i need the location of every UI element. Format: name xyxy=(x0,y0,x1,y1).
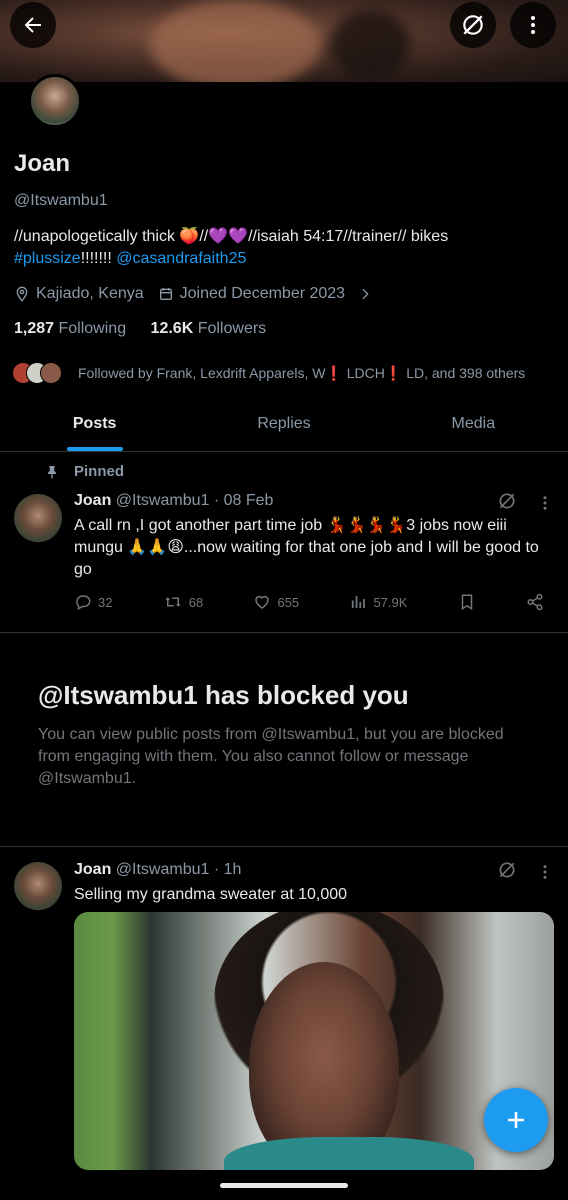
like-count: 655 xyxy=(277,594,300,610)
following-count: 1,287 xyxy=(14,320,55,337)
more-vertical-icon xyxy=(531,16,535,34)
profile-location: Kajiado, Kenya xyxy=(36,285,144,302)
post-grok-icon[interactable] xyxy=(497,491,517,516)
followers-link[interactable]: 12.6K Followers xyxy=(151,320,267,337)
profile-handle: @Itswambu1 xyxy=(14,192,108,209)
followers-label: Followers xyxy=(197,320,267,337)
profile-meta: Kajiado, Kenya Joined December 2023 xyxy=(14,285,373,303)
post-actions: 32 68 655 57.9K xyxy=(74,593,544,611)
views-icon xyxy=(352,596,366,608)
tab-posts[interactable]: Posts xyxy=(0,400,189,451)
profile-tabs: Posts Replies Media xyxy=(0,400,568,452)
followed-by-text: Followed by Frank, Lexdrift Apparels, W❗… xyxy=(78,364,526,381)
like-button[interactable]: 655 xyxy=(253,593,299,611)
post-meta: @Itswambu1 · 08 Feb xyxy=(115,492,274,509)
bio-hashtag-link[interactable]: #plussize xyxy=(14,250,81,267)
back-button[interactable] xyxy=(10,2,56,48)
divider xyxy=(0,846,568,847)
bio-text: //unapologetically thick 🍑//💜💜//isaiah 5… xyxy=(14,228,449,245)
repost-count: 68 xyxy=(188,594,204,610)
profile-bio: //unapologetically thick 🍑//💜💜//isaiah 5… xyxy=(14,226,554,270)
reply-button[interactable]: 32 xyxy=(74,593,112,611)
post-avatar[interactable] xyxy=(14,862,62,910)
follower-avatar xyxy=(40,362,62,384)
views-button[interactable]: 57.9K xyxy=(349,593,407,611)
post-header: Joan @Itswambu1 · 08 Feb xyxy=(74,492,273,510)
followed-by-row[interactable]: Followed by Frank, Lexdrift Apparels, W❗… xyxy=(12,362,525,384)
followers-count: 12.6K xyxy=(150,320,194,337)
profile-name: Joan xyxy=(14,150,71,177)
post-header: Joan @Itswambu1 · 1h xyxy=(74,861,241,879)
post-author[interactable]: Joan xyxy=(74,492,111,509)
profile-counts: 1,287 Following 12.6K Followers xyxy=(14,320,266,338)
post-avatar[interactable] xyxy=(14,494,62,542)
home-indicator[interactable] xyxy=(220,1183,348,1188)
post-grok-icon[interactable] xyxy=(497,860,517,885)
tab-media[interactable]: Media xyxy=(379,400,568,451)
photo-shirt xyxy=(224,1137,474,1170)
pin-icon xyxy=(44,464,60,485)
blocked-title: @Itswambu1 has blocked you xyxy=(38,680,409,710)
post-photo[interactable] xyxy=(74,912,554,1170)
tab-replies[interactable]: Replies xyxy=(189,400,378,451)
profile-avatar[interactable] xyxy=(28,74,82,128)
heart-icon xyxy=(255,595,270,609)
divider xyxy=(0,632,568,633)
post-more-icon[interactable] xyxy=(536,863,554,886)
more-options-button[interactable] xyxy=(510,2,556,48)
share-icon xyxy=(527,593,543,611)
reply-icon xyxy=(76,595,91,611)
bookmark-button[interactable] xyxy=(458,593,476,611)
reply-count: 32 xyxy=(98,594,113,610)
grok-button[interactable] xyxy=(450,2,496,48)
following-label: Following xyxy=(58,320,127,337)
arrow-left-icon xyxy=(24,17,41,33)
repost-button[interactable]: 68 xyxy=(163,593,203,611)
bio-exclaim: !!!!!!! xyxy=(80,250,117,267)
post-meta: @Itswambu1 · 1h xyxy=(115,861,242,878)
post-author[interactable]: Joan xyxy=(74,861,111,878)
repost-icon xyxy=(165,597,181,607)
location-pin-icon xyxy=(16,286,28,302)
post-text: Selling my grandma sweater at 10,000 xyxy=(74,886,348,903)
calendar-icon xyxy=(159,288,172,300)
compose-button[interactable] xyxy=(484,1088,548,1152)
chevron-right-icon[interactable] xyxy=(357,286,373,302)
plus-icon xyxy=(508,1112,524,1128)
pinned-label: Pinned xyxy=(74,463,125,480)
share-button[interactable] xyxy=(526,593,544,611)
grok-icon xyxy=(463,15,483,35)
profile-joined: Joined December 2023 xyxy=(179,285,346,302)
bookmark-icon xyxy=(461,594,472,611)
blocked-text: You can view public posts from @Itswambu… xyxy=(38,726,504,787)
views-count: 57.9K xyxy=(373,594,408,610)
post-more-icon[interactable] xyxy=(536,494,554,517)
following-link[interactable]: 1,287 Following xyxy=(14,320,126,337)
post-text: A call rn ,I got another part time job 💃… xyxy=(74,517,539,578)
bio-mention-link[interactable]: @casandrafaith25 xyxy=(116,250,246,267)
